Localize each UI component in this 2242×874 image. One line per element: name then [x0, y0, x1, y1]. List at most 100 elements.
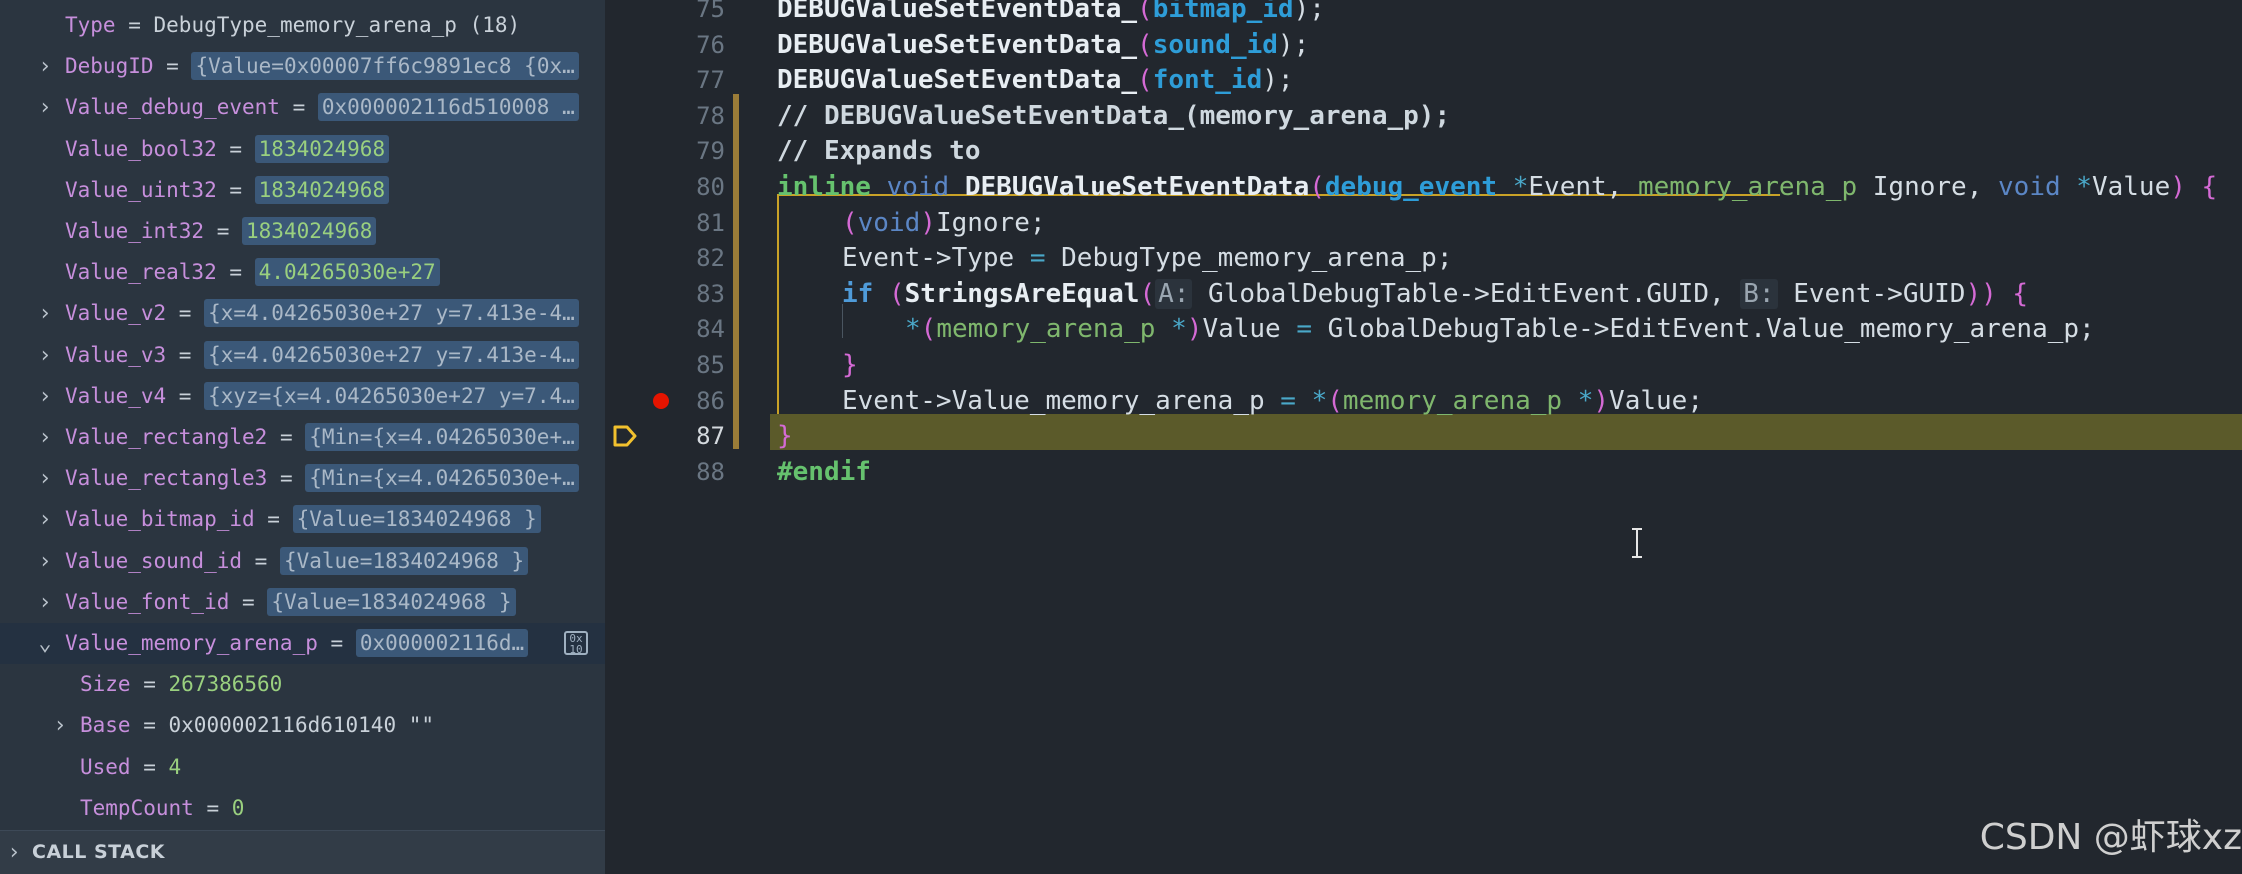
breakpoint-icon[interactable]	[653, 392, 669, 409]
line-number[interactable]: 85	[605, 347, 725, 383]
code-line[interactable]: (void)Ignore;	[842, 205, 1046, 241]
code-line[interactable]: DEBUGValueSetEventData_(sound_id);	[777, 27, 1309, 63]
line-number[interactable]: 79	[605, 133, 725, 169]
variable-text: Value_rectangle2 = {Min={x=4.04265030e+…	[65, 417, 579, 458]
chevron-right-icon[interactable]: ›	[35, 417, 55, 458]
variable-value[interactable]: {x=4.04265030e+27 y=7.413e-4…	[204, 340, 579, 369]
code-line[interactable]: if (StringsAreEqual(A: GlobalDebugTable-…	[842, 276, 2028, 312]
code-editor[interactable]: 75 76 77 78 79 80 81 82 83 84 85 86 87 88 DEBUGValueS…	[605, 0, 2242, 873]
line-number[interactable]: 83	[605, 276, 725, 312]
chevron-down-icon[interactable]: ⌄	[35, 623, 55, 664]
chevron-right-icon[interactable]: ›	[50, 705, 70, 746]
line-number[interactable]: 75	[605, 0, 725, 27]
chevron-right-icon[interactable]: ›	[35, 376, 55, 417]
chevron-right-icon[interactable]: ›	[35, 87, 55, 128]
variable-row[interactable]: › Value_bitmap_id = {Value=1834024968 }	[0, 499, 605, 540]
variable-value[interactable]: 0x000002116d610140 ""	[169, 713, 435, 737]
variable-text: DebugID = {Value=0x00007ff6c9891ec8 {0x…	[65, 46, 579, 87]
variable-value[interactable]: 0x000002116d…	[355, 629, 529, 657]
variable-value[interactable]: {Value=0x00007ff6c9891ec8 {0x…	[191, 52, 579, 81]
code-token: )	[1186, 314, 1203, 345]
variable-row[interactable]: › Value_sound_id = {Value=1834024968 }	[0, 541, 605, 582]
watermark-text: CSDN @虾球xz	[1979, 817, 2242, 858]
variable-value[interactable]: 0x000002116d510008 …	[317, 93, 579, 122]
variable-value[interactable]: 4	[169, 755, 182, 779]
editor-gutter[interactable]: 75 76 77 78 79 80 81 82 83 84 85 86 87 88	[605, 0, 770, 873]
variable-row[interactable]: › Value_rectangle3 = {Min={x=4.04265030e+…	[0, 458, 605, 499]
hex-view-icon[interactable]: 0x 10	[564, 631, 588, 655]
line-number[interactable]: 82	[605, 240, 725, 276]
code-line[interactable]: *(memory_arena_p *)Value = GlobalDebugTa…	[905, 311, 2095, 347]
variable-row[interactable]: › Value_v3 = {x=4.04265030e+27 y=7.413e-4…	[0, 335, 605, 376]
variable-row[interactable]: › Value_v2 = {x=4.04265030e+27 y=7.413e-4…	[0, 293, 605, 334]
variable-row[interactable]: Value_int32 = 1834024968	[0, 211, 605, 252]
code-line[interactable]: // DEBUGValueSetEventData_(memory_arena_…	[777, 98, 1450, 134]
variable-value[interactable]: 0	[232, 796, 245, 820]
chevron-right-icon[interactable]: ›	[35, 46, 55, 87]
variable-row[interactable]: Value_bool32 = 1834024968	[0, 129, 605, 170]
code-token: (	[842, 207, 858, 238]
line-number[interactable]: 88	[605, 454, 725, 490]
variable-value[interactable]: 1834024968	[242, 217, 377, 245]
chevron-right-icon[interactable]: ›	[35, 499, 55, 540]
variable-row[interactable]: ⌄ Value_memory_arena_p = 0x000002116d… 0x …	[0, 623, 605, 664]
chevron-right-icon[interactable]: ›	[35, 293, 55, 334]
variable-name: Value_memory_arena_p	[65, 631, 318, 655]
chevron-right-icon[interactable]: ›	[35, 335, 55, 376]
variable-row[interactable]: › Value_v4 = {xyz={x=4.04265030e+27 y=7.4…	[0, 376, 605, 417]
code-line[interactable]: inline void DEBUGValueSetEventData(debug…	[777, 169, 2217, 205]
variable-row[interactable]: › Value_rectangle2 = {Min={x=4.04265030e+…	[0, 417, 605, 458]
line-number[interactable]: 77	[605, 62, 725, 98]
variable-value[interactable]: {xyz={x=4.04265030e+27 y=7.4…	[204, 381, 579, 410]
call-stack-section-header[interactable]: › CALL STACK	[0, 830, 605, 874]
variable-value[interactable]: {x=4.04265030e+27 y=7.413e-4…	[204, 299, 579, 328]
variable-text: Value_sound_id = {Value=1834024968 }	[65, 541, 529, 582]
line-number[interactable]: 81	[605, 205, 725, 241]
variable-value[interactable]: {Value=1834024968 }	[267, 587, 516, 616]
code-line[interactable]: // Expands to	[777, 133, 981, 169]
variable-value[interactable]: {Min={x=4.04265030e+…	[305, 423, 579, 451]
chevron-right-icon[interactable]: ›	[35, 541, 55, 582]
variable-value[interactable]: 267386560	[169, 672, 283, 696]
chevron-right-icon[interactable]: ›	[35, 582, 55, 623]
variable-text: Value_v2 = {x=4.04265030e+27 y=7.413e-4…	[65, 293, 579, 334]
variable-value[interactable]: 1834024968	[254, 134, 390, 163]
variable-row[interactable]: › Value_font_id = {Value=1834024968 }	[0, 582, 605, 623]
line-number[interactable]: 80	[605, 169, 725, 205]
variable-value[interactable]: {Min={x=4.04265030e+…	[305, 464, 579, 493]
variable-row[interactable]: TempCount = 0	[0, 788, 605, 829]
line-number[interactable]: 84	[605, 311, 725, 347]
variable-row[interactable]: › DebugID = {Value=0x00007ff6c9891ec8 {0x…	[0, 46, 605, 87]
chevron-right-icon[interactable]: ›	[35, 458, 55, 499]
code-text-area[interactable]: DEBUGValueSetEventData_(bitmap_id); DEBUG…	[770, 0, 2242, 873]
variable-value[interactable]: 1834024968	[254, 175, 390, 204]
code-line[interactable]: DEBUGValueSetEventData_(bitmap_id);	[777, 0, 1325, 27]
line-number[interactable]: 76	[605, 27, 725, 63]
variable-row[interactable]: Value_uint32 = 1834024968	[0, 170, 605, 211]
line-number[interactable]: 78	[605, 98, 725, 134]
code-line[interactable]: }	[842, 347, 858, 383]
chevron-right-icon[interactable]: ›	[4, 831, 24, 874]
variable-value[interactable]: {Value=1834024968 }	[279, 546, 529, 575]
variable-row[interactable]: Type = DebugType_memory_arena_p (18)	[0, 5, 605, 46]
code-token: )	[1593, 385, 1610, 416]
variable-value[interactable]: {Value=1834024968 }	[292, 505, 541, 534]
code-line[interactable]: }	[777, 418, 793, 454]
variable-value[interactable]: DebugType_memory_arena_p (18)	[154, 13, 521, 37]
code-line[interactable]: Event->Type = DebugType_memory_arena_p;	[842, 240, 1453, 276]
variable-name: Value_v2	[65, 301, 167, 326]
variable-row[interactable]: › Value_debug_event = 0x000002116d510008 …	[0, 87, 605, 128]
variable-row[interactable]: › Base = 0x000002116d610140 ""	[0, 705, 605, 746]
code-line[interactable]: Event->Value_memory_arena_p = *(memory_a…	[842, 383, 1703, 419]
code-line[interactable]: DEBUGValueSetEventData_(font_id);	[777, 62, 1294, 98]
variable-row[interactable]: Size = 267386560	[0, 664, 605, 705]
code-line[interactable]: #endif	[777, 454, 871, 490]
equals-sign: =	[115, 13, 154, 37]
variable-row[interactable]: Value_real32 = 4.04265030e+27	[0, 252, 605, 293]
variable-value[interactable]: 4.04265030e+27	[254, 258, 440, 287]
variable-name: Value_int32	[65, 219, 205, 243]
variable-text: Value_bool32 = 1834024968	[65, 129, 390, 170]
keyword: void	[857, 207, 921, 238]
variable-row[interactable]: Used = 4	[0, 747, 605, 788]
